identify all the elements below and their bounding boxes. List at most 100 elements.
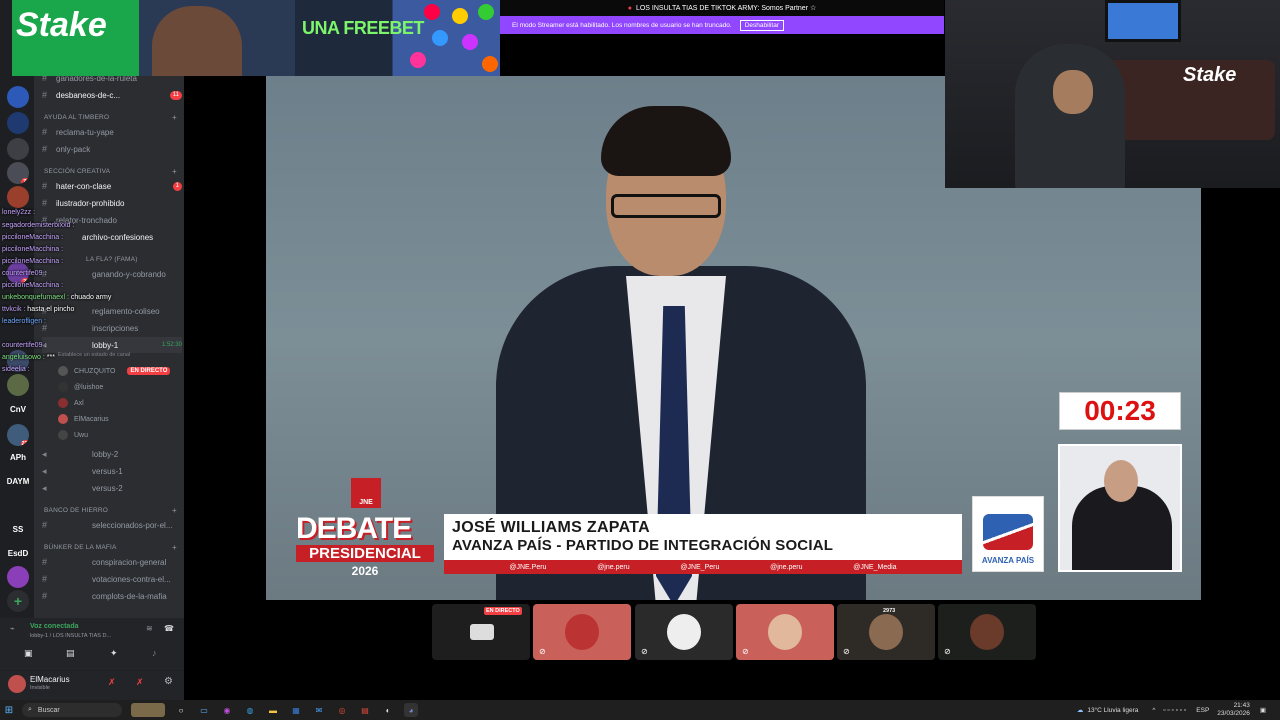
add-server-icon[interactable]: + (7, 590, 29, 612)
voice-channel[interactable]: ◂ lobby-2 (42, 446, 182, 462)
voice-user[interactable]: Axl (58, 398, 84, 408)
candidate-lower-third: JOSÉ WILLIAMS ZAPATA AVANZA PAÍS - PARTI… (444, 514, 962, 560)
taskbar-search[interactable]: ⌕ Buscar (22, 703, 122, 717)
file-explorer-icon[interactable]: ▭ (197, 703, 211, 717)
settings-gear-icon[interactable]: ⚙ (164, 676, 173, 687)
channel-item[interactable]: # reclama-tu-yape (42, 124, 182, 140)
avatar (58, 398, 68, 408)
channel-status[interactable]: Establece un estado de canal (58, 352, 130, 358)
clock-time[interactable]: 21:43 (1234, 702, 1250, 710)
interpreter-head (1104, 460, 1138, 502)
chat-message: leaderofligen : (2, 318, 46, 325)
participant-tile[interactable]: EN DIRECTO (432, 604, 530, 660)
copilot-icon[interactable]: ◉ (220, 703, 234, 717)
category-header[interactable]: LA FLA? (FAMA) (86, 256, 138, 263)
chrome-icon[interactable]: ◎ (335, 703, 349, 717)
channel-item[interactable]: # ilustrador-prohibido (42, 195, 182, 211)
server-icon[interactable] (7, 566, 29, 588)
channel-item[interactable]: # votaciones-contra-el... (42, 571, 182, 587)
user-panel: ElMacarius Invisible ✗ ✗ ⚙ (0, 670, 184, 700)
obs-icon[interactable]: ◐ (381, 703, 395, 717)
participant-tile[interactable]: ⊘ (938, 604, 1036, 660)
edge-icon[interactable]: ◍ (243, 703, 257, 717)
participant-tile[interactable]: 2973 ⊘ (837, 604, 935, 660)
soundboard-icon[interactable]: ♪ (152, 648, 157, 658)
debate-title: DEBATE PRESIDENCIAL 2026 (290, 512, 440, 580)
notification-icon[interactable]: ▣ (1260, 706, 1266, 714)
channel-item[interactable]: # complots-de-la-mafia (42, 588, 182, 604)
server-icon[interactable] (7, 112, 29, 134)
voice-user[interactable]: CHUZQUITO EN DIRECTO (58, 366, 171, 376)
noise-suppression-icon[interactable]: ≋ (146, 624, 153, 633)
server-icon[interactable] (7, 186, 29, 208)
weather-icon[interactable]: ☁ (1077, 706, 1084, 714)
add-channel-icon[interactable]: + (172, 506, 177, 515)
server-icon[interactable] (7, 138, 29, 160)
add-channel-icon[interactable]: + (172, 113, 177, 122)
widgets-icon[interactable] (131, 703, 165, 717)
channel-item[interactable]: # hater-con-clase 1 (42, 178, 182, 194)
speaker-hair (601, 106, 731, 176)
server-icon-daym[interactable]: DAYM (7, 470, 29, 492)
server-icon[interactable]: 224 (7, 424, 29, 446)
task-view-icon[interactable]: ○ (174, 703, 188, 717)
category-header[interactable]: AYUDA AL TIMBERO + (44, 113, 177, 122)
channel-item[interactable]: # only-pack (42, 141, 182, 157)
mic-muted-icon[interactable]: ✗ (108, 677, 116, 688)
app-icon[interactable]: ▤ (358, 703, 372, 717)
voice-channel[interactable]: ◂ versus-1 (42, 463, 182, 479)
add-channel-icon[interactable]: + (172, 543, 177, 552)
add-channel-icon[interactable]: + (172, 167, 177, 176)
discord-icon[interactable]: ◕ (404, 703, 418, 717)
server-icon-cnv[interactable]: CnV (7, 398, 29, 420)
channel-item[interactable]: archivo-confesiones (78, 229, 184, 245)
folder-icon[interactable]: ▬ (266, 703, 280, 717)
voice-channel[interactable]: ◂ versus-2 (42, 480, 182, 496)
stake-banner[interactable]: Stake UNA FREEBET (12, 0, 500, 76)
participant-tile[interactable]: ⊘ (635, 604, 733, 660)
candidate-name: JOSÉ WILLIAMS ZAPATA (452, 519, 650, 536)
channel-item[interactable]: # seleccionados-por-el... (42, 517, 182, 533)
social-handle: @JNE_Media (853, 563, 897, 571)
channel-item[interactable]: # inscripciones (42, 320, 182, 336)
channel-item[interactable]: # desbaneos-de-c... 11 (42, 87, 182, 103)
server-icon[interactable] (7, 374, 29, 396)
hash-icon: # (42, 198, 48, 208)
voice-connected-label: Voz conectada (30, 623, 79, 630)
disconnect-icon[interactable]: ☎ (164, 624, 174, 633)
search-icon: ⌕ (28, 706, 32, 713)
category-header[interactable]: BANCO DE HIERRO + (44, 506, 177, 515)
camera-icon[interactable]: ▣ (24, 648, 33, 659)
voice-user[interactable]: ElMacarius (58, 414, 109, 424)
tray-icons[interactable]: ▫ ▫ ▫ ▫ ▫ ▫ (1163, 707, 1186, 714)
tray-chevron-icon[interactable]: ^ (1152, 707, 1155, 714)
mail-icon[interactable]: ✉ (312, 703, 326, 717)
avatar[interactable] (8, 675, 26, 693)
server-icon-esdd[interactable]: EsdD (7, 542, 29, 564)
disable-streamer-mode-button[interactable]: Deshabilitar (739, 19, 785, 31)
voice-channel-lobby-1[interactable]: ◂ lobby-1 1:52:30 (42, 337, 182, 353)
clock-date[interactable]: 23/03/2026 (1217, 710, 1250, 718)
activities-icon[interactable]: ✦ (110, 648, 118, 659)
chat-message: sideelia : (2, 366, 30, 373)
voice-user[interactable]: @luishoe (58, 382, 103, 392)
participant-tile[interactable]: ⊘ (736, 604, 834, 660)
screen-share-icon[interactable]: ▤ (66, 648, 75, 659)
headphones-muted-icon[interactable]: ✗ (136, 677, 144, 688)
category-header[interactable]: SECCIÓN CREATIVA + (44, 167, 177, 176)
voice-user[interactable]: Uwu (58, 430, 88, 440)
candy-graphic (432, 30, 448, 46)
server-icon-ss[interactable]: SS (7, 518, 29, 540)
participant-avatar (768, 614, 802, 650)
server-icon-betway[interactable] (7, 86, 29, 108)
store-icon[interactable]: ▦ (289, 703, 303, 717)
channel-item[interactable]: # conspiracion-general (42, 554, 182, 570)
windows-start-icon[interactable]: ⊞ (0, 700, 18, 720)
server-icon[interactable]: 71 (7, 162, 29, 184)
category-header[interactable]: BÚNKER DE LA MAFIA + (44, 543, 177, 552)
server-icon-aph[interactable]: APh (7, 446, 29, 468)
live-dot-icon: ● (627, 4, 632, 12)
channel-item[interactable]: # ganando-y-cobrando (42, 266, 182, 282)
participant-avatar (565, 614, 599, 650)
participant-tile[interactable]: ⊘ (533, 604, 631, 660)
